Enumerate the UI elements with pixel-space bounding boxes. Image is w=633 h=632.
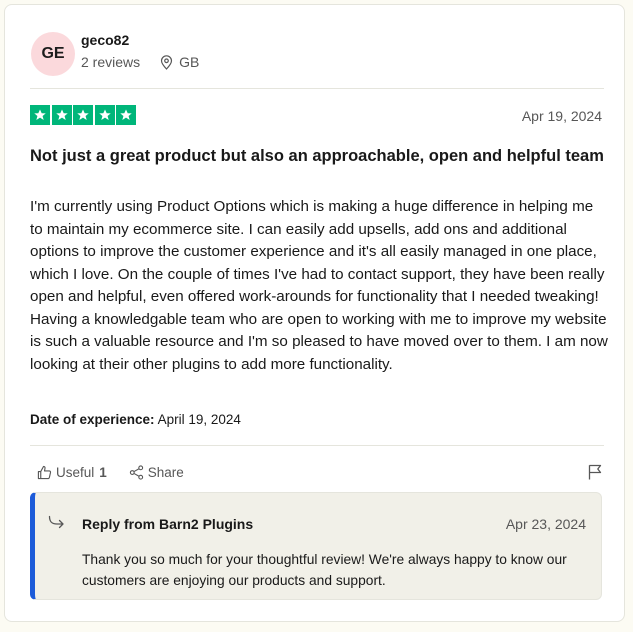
useful-count: 1	[99, 465, 107, 480]
reviewer-meta: 2 reviews GB	[81, 54, 199, 70]
review-actions: Useful 1 Share	[37, 465, 184, 480]
reply-title: Reply from Barn2 Plugins	[82, 516, 254, 532]
share-label: Share	[147, 465, 184, 480]
report-button[interactable]	[588, 464, 602, 485]
reply-text: Thank you so much for your thoughtful re…	[82, 552, 567, 588]
reviewer-name[interactable]: geco82	[81, 32, 129, 48]
star-icon	[30, 105, 50, 125]
footer-divider	[30, 445, 604, 446]
review-title[interactable]: Not just a great product but also an app…	[30, 146, 605, 167]
star-icon	[51, 105, 72, 125]
location-pin-icon	[161, 54, 173, 70]
useful-button[interactable]: Useful 1	[37, 465, 107, 480]
share-button[interactable]: Share	[129, 465, 184, 480]
company-reply: Reply from Barn2 Plugins Apr 23, 2024 Th…	[30, 492, 602, 600]
country-code: GB	[179, 54, 200, 70]
review-date: Apr 19, 2024	[521, 108, 602, 124]
star-icon	[94, 105, 115, 125]
useful-label: Useful	[56, 465, 95, 480]
reply-date: Apr 23, 2024	[505, 516, 586, 532]
star-icon	[73, 105, 93, 125]
review-body: I'm currently using Product Options whic…	[30, 198, 608, 373]
reviewer-location: GB	[160, 54, 199, 70]
star-rating	[30, 105, 138, 125]
date-of-experience: Date of experience: April 19, 2024	[30, 412, 241, 427]
review-card: GE geco82 2 reviews GB Apr 19, 2024 Not …	[4, 4, 625, 622]
share-icon	[129, 465, 143, 480]
avatar[interactable]: GE	[31, 32, 75, 76]
flag-icon	[588, 464, 602, 480]
thumbs-up-icon	[37, 465, 52, 480]
experience-label: Date of experience:	[30, 412, 155, 427]
header-divider	[30, 88, 604, 89]
star-icon	[116, 105, 136, 125]
reviews-count: 2 reviews	[81, 54, 141, 70]
experience-date: April 19, 2024	[157, 412, 241, 427]
reply-arrow-icon	[48, 515, 64, 529]
